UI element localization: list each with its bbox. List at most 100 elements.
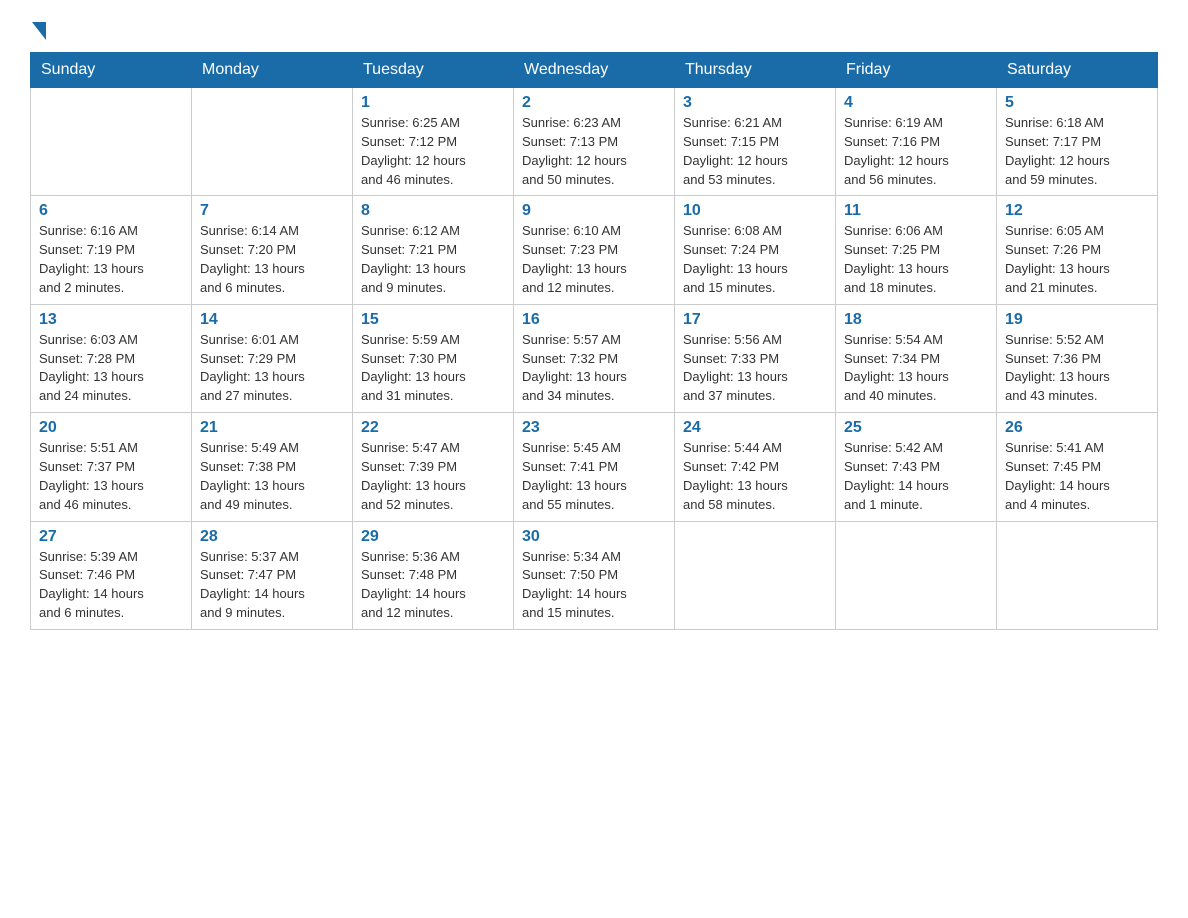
calendar-cell: 25 Sunrise: 5:42 AM Sunset: 7:43 PM Dayli… <box>836 413 997 521</box>
day-info: Sunrise: 5:47 AM Sunset: 7:39 PM Dayligh… <box>361 439 505 514</box>
day-number: 16 <box>522 311 666 329</box>
calendar-cell <box>675 521 836 629</box>
calendar-cell: 21 Sunrise: 5:49 AM Sunset: 7:38 PM Dayli… <box>192 413 353 521</box>
calendar-cell: 28 Sunrise: 5:37 AM Sunset: 7:47 PM Dayli… <box>192 521 353 629</box>
week-row-2: 13 Sunrise: 6:03 AM Sunset: 7:28 PM Dayli… <box>31 304 1158 412</box>
weekday-header-thursday: Thursday <box>675 53 836 88</box>
day-number: 27 <box>39 528 183 546</box>
calendar-cell: 16 Sunrise: 5:57 AM Sunset: 7:32 PM Dayli… <box>514 304 675 412</box>
day-info: Sunrise: 6:21 AM Sunset: 7:15 PM Dayligh… <box>683 114 827 189</box>
day-number: 28 <box>200 528 344 546</box>
day-number: 9 <box>522 202 666 220</box>
calendar-cell: 27 Sunrise: 5:39 AM Sunset: 7:46 PM Dayli… <box>31 521 192 629</box>
week-row-3: 20Sunrise: 5:51 AM Sunset: 7:37 PM Dayli… <box>31 413 1158 521</box>
day-info: Sunrise: 5:52 AM Sunset: 7:36 PM Dayligh… <box>1005 331 1149 406</box>
calendar-cell <box>31 88 192 196</box>
calendar-cell: 4Sunrise: 6:19 AM Sunset: 7:16 PM Daylig… <box>836 88 997 196</box>
day-number: 2 <box>522 94 666 112</box>
day-info: Sunrise: 6:25 AM Sunset: 7:12 PM Dayligh… <box>361 114 505 189</box>
day-number: 25 <box>844 419 988 437</box>
calendar-cell: 23 Sunrise: 5:45 AM Sunset: 7:41 PM Dayli… <box>514 413 675 521</box>
calendar-cell: 3Sunrise: 6:21 AM Sunset: 7:15 PM Daylig… <box>675 88 836 196</box>
day-info: Sunrise: 6:05 AM Sunset: 7:26 PM Dayligh… <box>1005 222 1149 297</box>
day-number: 14 <box>200 311 344 329</box>
calendar-cell: 15 Sunrise: 5:59 AM Sunset: 7:30 PM Dayli… <box>353 304 514 412</box>
day-info: Sunrise: 6:18 AM Sunset: 7:17 PM Dayligh… <box>1005 114 1149 189</box>
day-info: Sunrise: 6:14 AM Sunset: 7:20 PM Dayligh… <box>200 222 344 297</box>
day-info: Sunrise: 5:59 AM Sunset: 7:30 PM Dayligh… <box>361 331 505 406</box>
weekday-header-row: SundayMondayTuesdayWednesdayThursdayFrid… <box>31 53 1158 88</box>
calendar-cell: 29 Sunrise: 5:36 AM Sunset: 7:48 PM Dayli… <box>353 521 514 629</box>
day-info: Sunrise: 6:23 AM Sunset: 7:13 PM Dayligh… <box>522 114 666 189</box>
weekday-header-friday: Friday <box>836 53 997 88</box>
day-number: 29 <box>361 528 505 546</box>
day-info: Sunrise: 5:41 AM Sunset: 7:45 PM Dayligh… <box>1005 439 1149 514</box>
day-info: Sunrise: 5:34 AM Sunset: 7:50 PM Dayligh… <box>522 548 666 623</box>
calendar-cell: 13 Sunrise: 6:03 AM Sunset: 7:28 PM Dayli… <box>31 304 192 412</box>
weekday-header-wednesday: Wednesday <box>514 53 675 88</box>
day-info: Sunrise: 5:36 AM Sunset: 7:48 PM Dayligh… <box>361 548 505 623</box>
day-number: 1 <box>361 94 505 112</box>
calendar-cell: 9 Sunrise: 6:10 AM Sunset: 7:23 PM Daylig… <box>514 196 675 304</box>
day-info: Sunrise: 5:49 AM Sunset: 7:38 PM Dayligh… <box>200 439 344 514</box>
page-header <box>30 20 1158 36</box>
day-number: 11 <box>844 202 988 220</box>
day-info: Sunrise: 5:42 AM Sunset: 7:43 PM Dayligh… <box>844 439 988 514</box>
calendar-cell: 26 Sunrise: 5:41 AM Sunset: 7:45 PM Dayli… <box>997 413 1158 521</box>
logo <box>30 20 46 36</box>
calendar-cell: 14 Sunrise: 6:01 AM Sunset: 7:29 PM Dayli… <box>192 304 353 412</box>
calendar-cell: 30 Sunrise: 5:34 AM Sunset: 7:50 PM Dayli… <box>514 521 675 629</box>
day-number: 30 <box>522 528 666 546</box>
calendar-cell: 19 Sunrise: 5:52 AM Sunset: 7:36 PM Dayli… <box>997 304 1158 412</box>
day-info: Sunrise: 5:45 AM Sunset: 7:41 PM Dayligh… <box>522 439 666 514</box>
calendar-cell: 18 Sunrise: 5:54 AM Sunset: 7:34 PM Dayli… <box>836 304 997 412</box>
day-info: Sunrise: 6:16 AM Sunset: 7:19 PM Dayligh… <box>39 222 183 297</box>
calendar-cell: 11 Sunrise: 6:06 AM Sunset: 7:25 PM Dayli… <box>836 196 997 304</box>
weekday-header-tuesday: Tuesday <box>353 53 514 88</box>
day-info: Sunrise: 5:51 AM Sunset: 7:37 PM Dayligh… <box>39 439 183 514</box>
day-info: Sunrise: 5:37 AM Sunset: 7:47 PM Dayligh… <box>200 548 344 623</box>
day-info: Sunrise: 6:08 AM Sunset: 7:24 PM Dayligh… <box>683 222 827 297</box>
day-info: Sunrise: 6:12 AM Sunset: 7:21 PM Dayligh… <box>361 222 505 297</box>
calendar-cell: 20Sunrise: 5:51 AM Sunset: 7:37 PM Dayli… <box>31 413 192 521</box>
day-info: Sunrise: 5:44 AM Sunset: 7:42 PM Dayligh… <box>683 439 827 514</box>
day-info: Sunrise: 6:19 AM Sunset: 7:16 PM Dayligh… <box>844 114 988 189</box>
day-info: Sunrise: 5:39 AM Sunset: 7:46 PM Dayligh… <box>39 548 183 623</box>
day-number: 7 <box>200 202 344 220</box>
day-info: Sunrise: 6:01 AM Sunset: 7:29 PM Dayligh… <box>200 331 344 406</box>
calendar-cell: 17 Sunrise: 5:56 AM Sunset: 7:33 PM Dayli… <box>675 304 836 412</box>
calendar-cell: 5 Sunrise: 6:18 AM Sunset: 7:17 PM Daylig… <box>997 88 1158 196</box>
day-info: Sunrise: 6:10 AM Sunset: 7:23 PM Dayligh… <box>522 222 666 297</box>
day-number: 5 <box>1005 94 1149 112</box>
day-number: 8 <box>361 202 505 220</box>
day-number: 21 <box>200 419 344 437</box>
day-info: Sunrise: 5:56 AM Sunset: 7:33 PM Dayligh… <box>683 331 827 406</box>
calendar-cell: 7 Sunrise: 6:14 AM Sunset: 7:20 PM Daylig… <box>192 196 353 304</box>
day-number: 17 <box>683 311 827 329</box>
day-info: Sunrise: 5:57 AM Sunset: 7:32 PM Dayligh… <box>522 331 666 406</box>
weekday-header-sunday: Sunday <box>31 53 192 88</box>
calendar-cell: 2 Sunrise: 6:23 AM Sunset: 7:13 PM Daylig… <box>514 88 675 196</box>
week-row-0: 1 Sunrise: 6:25 AM Sunset: 7:12 PM Daylig… <box>31 88 1158 196</box>
day-number: 13 <box>39 311 183 329</box>
calendar-cell: 1 Sunrise: 6:25 AM Sunset: 7:12 PM Daylig… <box>353 88 514 196</box>
calendar-cell: 10 Sunrise: 6:08 AM Sunset: 7:24 PM Dayli… <box>675 196 836 304</box>
day-number: 10 <box>683 202 827 220</box>
day-number: 23 <box>522 419 666 437</box>
day-info: Sunrise: 6:06 AM Sunset: 7:25 PM Dayligh… <box>844 222 988 297</box>
day-number: 26 <box>1005 419 1149 437</box>
calendar-table: SundayMondayTuesdayWednesdayThursdayFrid… <box>30 52 1158 630</box>
day-number: 18 <box>844 311 988 329</box>
day-info: Sunrise: 6:03 AM Sunset: 7:28 PM Dayligh… <box>39 331 183 406</box>
weekday-header-saturday: Saturday <box>997 53 1158 88</box>
calendar-cell <box>192 88 353 196</box>
day-number: 12 <box>1005 202 1149 220</box>
week-row-4: 27 Sunrise: 5:39 AM Sunset: 7:46 PM Dayli… <box>31 521 1158 629</box>
calendar-cell: 24 Sunrise: 5:44 AM Sunset: 7:42 PM Dayli… <box>675 413 836 521</box>
calendar-cell: 12 Sunrise: 6:05 AM Sunset: 7:26 PM Dayli… <box>997 196 1158 304</box>
day-number: 15 <box>361 311 505 329</box>
day-info: Sunrise: 5:54 AM Sunset: 7:34 PM Dayligh… <box>844 331 988 406</box>
calendar-cell <box>997 521 1158 629</box>
day-number: 24 <box>683 419 827 437</box>
day-number: 19 <box>1005 311 1149 329</box>
